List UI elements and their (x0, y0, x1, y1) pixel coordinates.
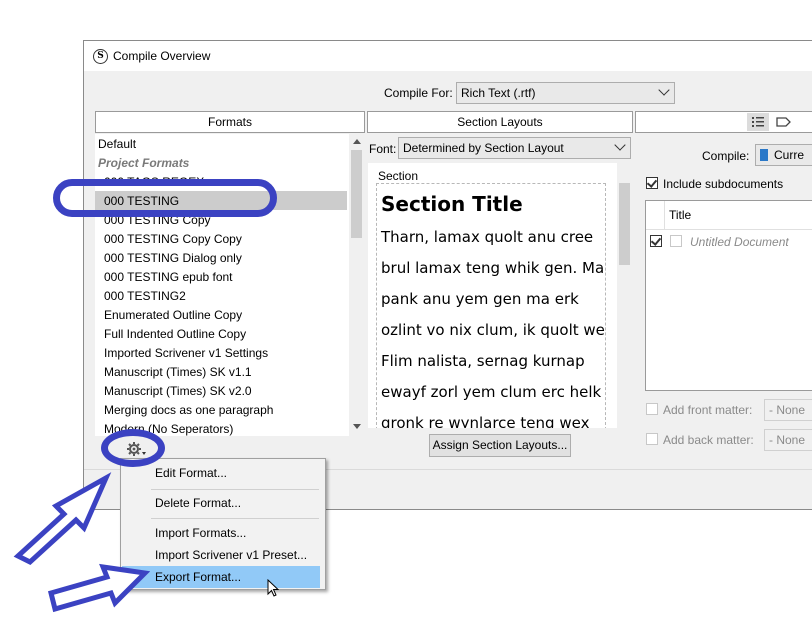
menu-item-delete-format[interactable]: Delete Format... (122, 492, 320, 514)
compile-for-value: Rich Text (.rtf) (461, 86, 536, 100)
include-subdocuments-checkbox[interactable] (646, 177, 658, 189)
section-layouts-header: Section Layouts (367, 111, 633, 133)
compile-scope-dropdown[interactable]: Curre (755, 144, 812, 166)
font-label: Font: (369, 142, 397, 156)
binder-icon (760, 149, 768, 161)
list-item[interactable]: Full Indented Outline Copy (104, 327, 246, 341)
font-value: Determined by Section Layout (403, 141, 564, 155)
back-matter-label: Add back matter: (663, 433, 754, 447)
compile-overview-window: S Compile Overview Compile For: Rich Tex… (83, 40, 812, 510)
list-item[interactable]: 000 TESTING epub font (104, 270, 233, 284)
dropdown-arrow-icon (658, 84, 670, 96)
document-as-is-checkbox[interactable] (670, 235, 682, 247)
include-document-checkbox[interactable] (650, 235, 662, 247)
compile-for-label: Compile For: (384, 86, 453, 100)
annotation-arrow-icon (47, 563, 150, 613)
list-item[interactable]: Default (98, 137, 136, 151)
format-context-menu: Edit Format... Delete Format... Import F… (120, 458, 326, 590)
preview-text-line: brul lamax teng whik gen. Ma (381, 259, 605, 277)
list-item[interactable]: 000 TESTING Dialog only (104, 251, 242, 265)
list-item[interactable]: 000 TESTING Copy Copy (104, 232, 242, 246)
font-dropdown[interactable]: Determined by Section Layout (398, 137, 631, 159)
preview-text-line: gronk re wynlarce teng wex (381, 414, 590, 428)
front-matter-checkbox[interactable] (646, 403, 658, 415)
list-item[interactable]: Imported Scrivener v1 Settings (104, 346, 268, 360)
section-caption: Section (378, 169, 419, 183)
scroll-up-arrow-icon[interactable] (353, 139, 361, 144)
list-view-icon (752, 117, 764, 127)
compile-label: Compile: (702, 149, 750, 163)
menu-item-import-formats[interactable]: Import Formats... (122, 522, 320, 544)
title-bar: S Compile Overview (84, 41, 812, 71)
table-row[interactable]: Untitled Document (646, 230, 812, 252)
documents-table: Title Untitled Document (645, 200, 812, 391)
tag-icon (776, 117, 791, 127)
list-item[interactable]: Enumerated Outline Copy (104, 308, 242, 322)
menu-separator (151, 518, 319, 519)
menu-item-export-format[interactable]: Export Format... (122, 566, 320, 588)
list-group-header: Project Formats (98, 156, 190, 170)
preview-text-line: ozlint vo nix clum, ik quolt wex. (381, 321, 606, 339)
formats-header: Formats (95, 111, 365, 133)
assign-section-layouts-button[interactable]: Assign Section Layouts... (429, 434, 571, 457)
preview-text-line: pank anu yem gen ma erk (381, 290, 579, 308)
preview-text-line: Tharn, lamax quolt anu cree (381, 228, 594, 246)
back-matter-checkbox[interactable] (646, 433, 658, 445)
right-panel-header (635, 111, 812, 133)
list-item[interactable]: Manuscript (Times) SK v2.0 (104, 384, 252, 398)
list-view-button[interactable] (747, 113, 769, 131)
formats-scrollbar[interactable] (349, 134, 365, 436)
menu-item-edit-format[interactable]: Edit Format... (122, 462, 320, 484)
preview-section-title: Section Title (381, 192, 523, 216)
window-title: Compile Overview (113, 49, 211, 63)
check-mark-icon (650, 235, 662, 246)
menu-item-import-scrivener-v1-preset[interactable]: Import Scrivener v1 Preset... (122, 544, 320, 566)
preview-text-line: ewayf zorl yem clum erc helk (381, 383, 602, 401)
mouse-cursor-icon (267, 579, 280, 597)
dropdown-arrow-icon (614, 139, 626, 151)
front-matter-dropdown[interactable]: - None (764, 399, 812, 421)
menu-separator (151, 489, 319, 490)
scroll-down-arrow-icon[interactable] (353, 424, 361, 429)
front-matter-label: Add front matter: (663, 403, 753, 417)
compile-for-dropdown[interactable]: Rich Text (.rtf) (456, 82, 675, 104)
annotation-highlight-ellipse (53, 179, 277, 217)
document-title: Untitled Document (690, 235, 789, 249)
back-matter-dropdown[interactable]: - None (764, 429, 812, 451)
annotation-gear-ellipse (101, 429, 165, 467)
check-mark-icon (646, 177, 658, 188)
include-subdocuments-label: Include subdocuments (663, 177, 784, 191)
section-preview-box: Section Title Tharn, lamax quolt anu cre… (376, 183, 606, 428)
column-divider (664, 201, 665, 229)
scrivener-app-icon: S (93, 49, 108, 64)
list-item[interactable]: Manuscript (Times) SK v1.1 (104, 365, 252, 379)
section-preview-pane: Section Section Title Tharn, lamax quolt… (368, 163, 633, 428)
documents-table-header: Title (646, 201, 812, 230)
list-item[interactable]: 000 TESTING2 (104, 289, 186, 303)
formats-scroll-thumb[interactable] (351, 150, 362, 238)
list-item[interactable]: Merging docs as one paragraph (104, 403, 273, 417)
preview-text-line: Flim nalista, sernag kurnap (381, 352, 585, 370)
column-title: Title (669, 208, 692, 222)
preview-scrollbar[interactable] (617, 163, 633, 428)
preview-scroll-thumb[interactable] (619, 183, 630, 265)
tag-button[interactable] (773, 113, 795, 131)
